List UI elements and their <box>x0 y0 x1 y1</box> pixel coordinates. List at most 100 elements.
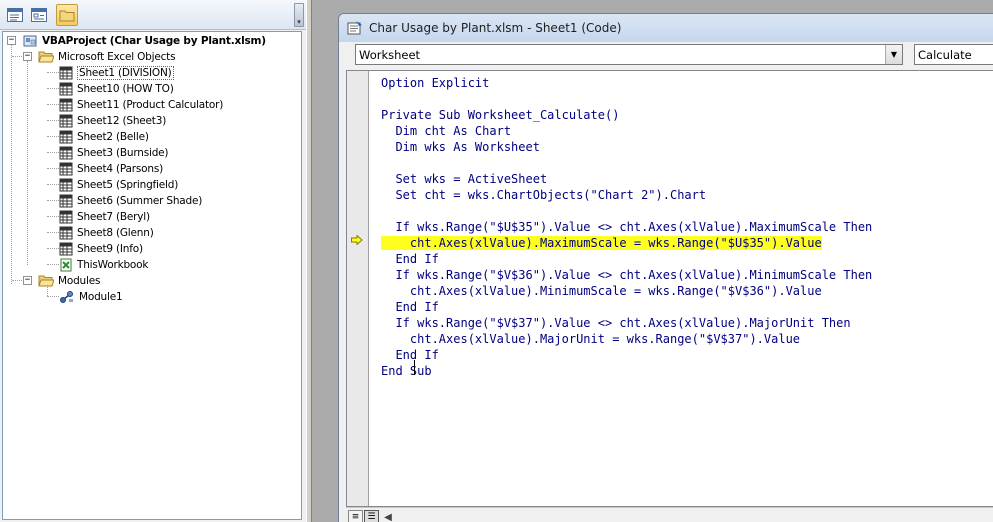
worksheet-icon <box>59 178 73 192</box>
tree-folder-label: Modules <box>58 275 101 287</box>
modules-collapse-icon[interactable]: − <box>23 276 32 285</box>
project-explorer-toolbar: ▾ <box>0 0 306 30</box>
procedure-combo-value: Calculate <box>918 47 972 62</box>
tree-item-label: Sheet7 (Beryl) <box>77 211 150 223</box>
tree-root-label: VBAProject (Char Usage by Plant.xlsm) <box>42 35 266 47</box>
code-window: Char Usage by Plant.xlsm - Sheet1 (Code)… <box>338 13 993 522</box>
code-window-icon <box>347 21 362 35</box>
code-line-text: Set wks = ActiveSheet <box>381 172 548 186</box>
code-line[interactable]: Private Sub Worksheet_Calculate() <box>381 107 619 123</box>
tree-item-label: Sheet12 (Sheet3) <box>77 115 167 127</box>
worksheet-icon <box>59 162 73 176</box>
code-window-title: Char Usage by Plant.xlsm - Sheet1 (Code) <box>369 21 622 35</box>
code-line[interactable]: If wks.Range("$V$36").Value <> cht.Axes(… <box>381 267 872 283</box>
tree-folder-label: Microsoft Excel Objects <box>58 51 176 63</box>
code-line-current[interactable]: cht.Axes(xlValue).MaximumScale = wks.Ran… <box>381 235 822 251</box>
margin-indicator-bar[interactable] <box>347 71 369 506</box>
workbook-icon <box>60 258 72 272</box>
code-line[interactable]: Set cht = wks.ChartObjects("Chart 2").Ch… <box>381 187 706 203</box>
tree-item-sheet[interactable]: Sheet6 (Summer Shade) <box>59 193 202 209</box>
code-line-text: End If <box>381 252 439 266</box>
worksheet-icon <box>59 114 73 128</box>
code-line-text: End Sub <box>381 364 432 378</box>
code-line-text: If wks.Range("$V$37").Value <> cht.Axes(… <box>381 316 851 330</box>
worksheet-icon <box>59 194 73 208</box>
tree-item-label: Sheet5 (Springfield) <box>77 179 179 191</box>
procedure-view-icon[interactable]: ≡ <box>348 510 363 522</box>
worksheet-icon <box>59 98 73 112</box>
code-line-text: End If <box>381 348 439 362</box>
code-line[interactable]: End If <box>381 251 439 267</box>
code-line[interactable]: Set wks = ActiveSheet <box>381 171 547 187</box>
tree-item-label: Sheet6 (Summer Shade) <box>77 195 203 207</box>
tree-item-sheet[interactable]: Sheet4 (Parsons) <box>59 161 163 177</box>
code-line[interactable]: cht.Axes(xlValue).MajorUnit = wks.Range(… <box>381 331 800 347</box>
code-window-combos: Worksheet ▼ Calculate <box>339 42 993 70</box>
scroll-left-icon[interactable]: ◀ <box>380 510 396 522</box>
worksheet-icon <box>59 210 73 224</box>
worksheet-icon <box>59 66 73 80</box>
code-line-text: Private Sub Worksheet_Calculate() <box>381 108 620 122</box>
code-line-text: Dim wks As Worksheet <box>381 140 540 154</box>
tree-item-sheet[interactable]: Sheet7 (Beryl) <box>59 209 150 225</box>
tree-item-sheet[interactable]: Sheet12 (Sheet3) <box>59 113 166 129</box>
pane-splitter[interactable] <box>306 0 312 522</box>
worksheet-icon <box>59 226 73 240</box>
view-code-icon[interactable] <box>4 4 26 26</box>
tree-item-sheet[interactable]: ThisWorkbook <box>59 257 148 273</box>
tree-folder-excel-objects[interactable]: Microsoft Excel Objects <box>38 49 176 65</box>
toggle-folders-icon[interactable] <box>56 4 78 26</box>
code-line[interactable]: End If <box>381 299 439 315</box>
procedure-combo[interactable]: Calculate <box>914 44 993 65</box>
tree-item-sheet[interactable]: Sheet2 (Belle) <box>59 129 149 145</box>
code-line[interactable]: End If <box>381 347 439 363</box>
worksheet-icon <box>59 242 73 256</box>
code-line[interactable]: Dim cht As Chart <box>381 123 511 139</box>
worksheet-icon <box>59 82 73 96</box>
code-line-text: Option Explicit <box>381 76 490 90</box>
view-object-icon[interactable] <box>28 4 50 26</box>
tree-item-label: Sheet11 (Product Calculator) <box>77 99 224 111</box>
full-module-view-icon[interactable]: ☰ <box>364 510 379 522</box>
text-caret <box>414 360 415 375</box>
code-window-titlebar[interactable]: Char Usage by Plant.xlsm - Sheet1 (Code) <box>339 14 993 42</box>
tree-item-sheet[interactable]: Sheet9 (Info) <box>59 241 143 257</box>
vbaproject-icon <box>23 35 37 47</box>
tree-item-sheet[interactable]: Sheet10 (HOW TO) <box>59 81 174 97</box>
object-combo-value: Worksheet <box>359 47 421 62</box>
tree-item-module1[interactable]: Module1 <box>59 289 123 305</box>
project-explorer: ▾ − VBAProject (Char Usage by Plant.xlsm… <box>0 0 306 522</box>
tree-root-vbaproject[interactable]: VBAProject (Char Usage by Plant.xlsm) <box>22 33 266 49</box>
code-editor[interactable]: Option Explicit Private Sub Worksheet_Cal… <box>346 70 993 507</box>
folder-collapse-icon[interactable]: − <box>23 52 32 61</box>
tree-item-sheet[interactable]: Sheet1 (DIVISION) <box>59 65 174 81</box>
worksheet-icon <box>59 146 73 160</box>
code-line-text: cht.Axes(xlValue).MajorUnit = wks.Range(… <box>381 332 801 346</box>
code-line[interactable]: If wks.Range("$V$37").Value <> cht.Axes(… <box>381 315 851 331</box>
tree-item-sheet[interactable]: Sheet5 (Springfield) <box>59 177 178 193</box>
folder-open-icon <box>38 275 54 287</box>
tree-item-label: Module1 <box>79 291 123 303</box>
tree-item-label: Sheet10 (HOW TO) <box>77 83 174 95</box>
object-combo[interactable]: Worksheet ▼ <box>355 44 903 65</box>
code-line[interactable]: End Sub <box>381 363 432 379</box>
code-line-text: If wks.Range("$V$36").Value <> cht.Axes(… <box>381 268 873 282</box>
object-combo-dropdown-icon[interactable]: ▼ <box>885 45 902 64</box>
root-collapse-icon[interactable]: − <box>7 36 16 45</box>
tree-item-label: Sheet9 (Info) <box>77 243 143 255</box>
code-line[interactable]: If wks.Range("$U$35").Value <> cht.Axes(… <box>381 219 872 235</box>
code-line-text: End If <box>381 300 439 314</box>
code-line[interactable]: Dim wks As Worksheet <box>381 139 540 155</box>
code-line[interactable]: cht.Axes(xlValue).MinimumScale = wks.Ran… <box>381 283 822 299</box>
worksheet-icon <box>59 130 73 144</box>
toolbar-overflow-icon[interactable]: ▾ <box>294 3 304 27</box>
tree-item-label: Sheet1 (DIVISION) <box>77 66 174 80</box>
tree-item-label: Sheet2 (Belle) <box>77 131 149 143</box>
module-icon <box>60 291 73 303</box>
tree-item-label: Sheet3 (Burnside) <box>77 147 169 159</box>
tree-item-sheet[interactable]: Sheet11 (Product Calculator) <box>59 97 223 113</box>
tree-item-sheet[interactable]: Sheet8 (Glenn) <box>59 225 154 241</box>
code-line[interactable]: Option Explicit <box>381 75 489 91</box>
tree-item-sheet[interactable]: Sheet3 (Burnside) <box>59 145 169 161</box>
tree-item-label: ThisWorkbook <box>77 259 149 271</box>
